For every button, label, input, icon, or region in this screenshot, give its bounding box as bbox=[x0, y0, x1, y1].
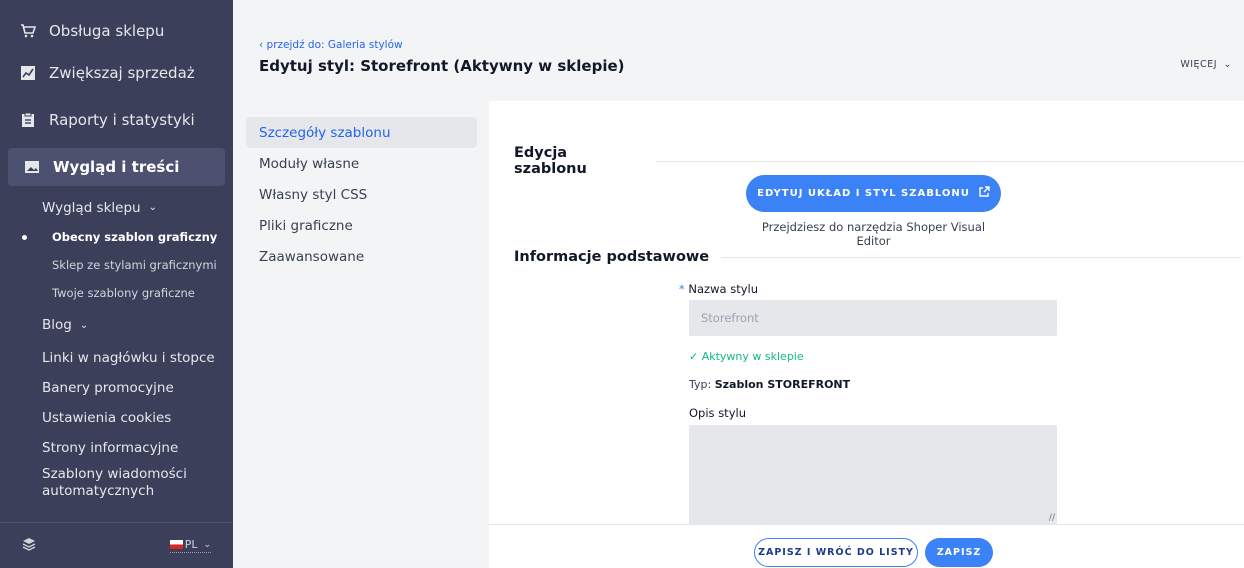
sidebar-item-header-footer-links[interactable]: Linki w nagłówku i stopce bbox=[0, 343, 233, 373]
sidebar-item-shop-service[interactable]: Obsługa sklepu bbox=[0, 12, 233, 50]
resize-handle-icon[interactable]: ∕∕ bbox=[1049, 513, 1055, 523]
style-description-field[interactable]: ∕∕ bbox=[689, 425, 1057, 525]
active-status: ✓ Aktywny w sklepie bbox=[689, 350, 804, 363]
chevron-left-icon: ‹ bbox=[259, 39, 264, 51]
sidebar-item-appearance[interactable]: Wygląd i treści bbox=[8, 148, 225, 186]
chevron-down-icon: ⌄ bbox=[148, 202, 157, 213]
sidebar-item-cookies[interactable]: Ustawienia cookies bbox=[0, 403, 233, 433]
sidebar-group-shop-appearance[interactable]: Wygląd sklepu ⌄ bbox=[0, 192, 233, 223]
chevron-down-icon: ⌄ bbox=[203, 539, 211, 550]
sidebar-item-label: Wygląd i treści bbox=[53, 158, 180, 176]
tab-custom-modules[interactable]: Moduły własne bbox=[246, 148, 477, 179]
style-name-field[interactable]: Storefront bbox=[689, 300, 1057, 336]
sidebar-group-blog[interactable]: Blog ⌄ bbox=[0, 307, 233, 343]
chevron-down-icon: ⌄ bbox=[79, 319, 89, 331]
action-bar: ZAPISZ I WRÓĆ DO LISTY ZAPISZ bbox=[489, 524, 1244, 568]
image-icon bbox=[24, 159, 40, 175]
report-icon bbox=[20, 112, 36, 128]
sidebar-item-current-template[interactable]: Obecny szablon graficzny bbox=[0, 223, 233, 251]
sidebar-item-reports[interactable]: Raporty i statystyki bbox=[0, 96, 233, 144]
cart-icon bbox=[20, 23, 36, 39]
section-template-edit: Edycja szablonu bbox=[514, 145, 1244, 177]
save-button[interactable]: ZAPISZ bbox=[925, 538, 993, 567]
content-panel: Edycja szablonu EDYTUJ UKŁAD I STYL SZAB… bbox=[489, 101, 1244, 568]
sidebar: Obsługa sklepu Zwiększaj sprzedaż Raport… bbox=[0, 0, 233, 568]
style-name-label: * Nazwa stylu bbox=[679, 282, 758, 296]
save-and-return-button[interactable]: ZAPISZ I WRÓĆ DO LISTY bbox=[754, 538, 918, 567]
tab-template-details[interactable]: Szczegóły szablonu bbox=[246, 117, 477, 148]
tab-custom-css[interactable]: Własny styl CSS bbox=[246, 179, 477, 210]
back-link[interactable]: ‹ przejdź do: Galeria stylów bbox=[259, 39, 403, 51]
sidebar-item-increase-sales[interactable]: Zwiększaj sprzedaż bbox=[0, 50, 233, 96]
external-link-icon bbox=[978, 185, 990, 202]
page-title: Edytuj styl: Storefront (Aktywny w sklep… bbox=[259, 57, 625, 75]
page-header: ‹ przejdź do: Galeria stylów Edytuj styl… bbox=[233, 0, 1244, 101]
sidebar-item-info-pages[interactable]: Strony informacyjne bbox=[0, 433, 233, 463]
sidebar-item-label: Raporty i statystyki bbox=[49, 111, 195, 129]
chart-icon bbox=[20, 65, 36, 81]
sidebar-item-label: Zwiększaj sprzedaż bbox=[49, 64, 195, 82]
sidebar-item-promo-banners[interactable]: Banery promocyjne bbox=[0, 373, 233, 403]
sidebar-footer: PL ⌄ bbox=[0, 522, 233, 568]
tab-graphic-files[interactable]: Pliki graficzne bbox=[246, 210, 477, 241]
active-dot-icon bbox=[22, 235, 27, 240]
template-subnav: Szczegóły szablonu Moduły własne Własny … bbox=[246, 117, 477, 272]
edit-hint: Przejdziesz do narzędzia Shoper Visual E… bbox=[761, 220, 986, 248]
more-menu-button[interactable]: WIĘCEJ ⌄ bbox=[1180, 59, 1232, 70]
divider bbox=[721, 256, 1242, 258]
layers-icon[interactable] bbox=[22, 536, 36, 555]
edit-layout-button[interactable]: EDYTUJ UKŁAD I STYL SZABLONU bbox=[746, 175, 1001, 212]
check-icon: ✓ bbox=[689, 350, 699, 363]
poland-flag-icon bbox=[169, 540, 183, 549]
section-basic-info: Informacje podstawowe bbox=[514, 249, 1242, 265]
divider bbox=[656, 160, 1244, 162]
sidebar-item-your-templates[interactable]: Twoje szablony graficzne bbox=[0, 279, 233, 307]
sidebar-item-auto-messages[interactable]: Szablony wiadomości automatycznych bbox=[0, 463, 233, 503]
template-type: Typ: Szablon STOREFRONT bbox=[689, 378, 851, 391]
sidebar-item-style-shop[interactable]: Sklep ze stylami graficznymi bbox=[0, 251, 233, 279]
tab-advanced[interactable]: Zaawansowane bbox=[246, 241, 477, 272]
language-selector[interactable]: PL ⌄ bbox=[169, 538, 211, 553]
sidebar-item-label: Obsługa sklepu bbox=[49, 22, 165, 40]
required-asterisk: * bbox=[679, 282, 685, 296]
chevron-down-icon: ⌄ bbox=[1223, 59, 1232, 70]
style-description-label: Opis stylu bbox=[689, 406, 746, 420]
